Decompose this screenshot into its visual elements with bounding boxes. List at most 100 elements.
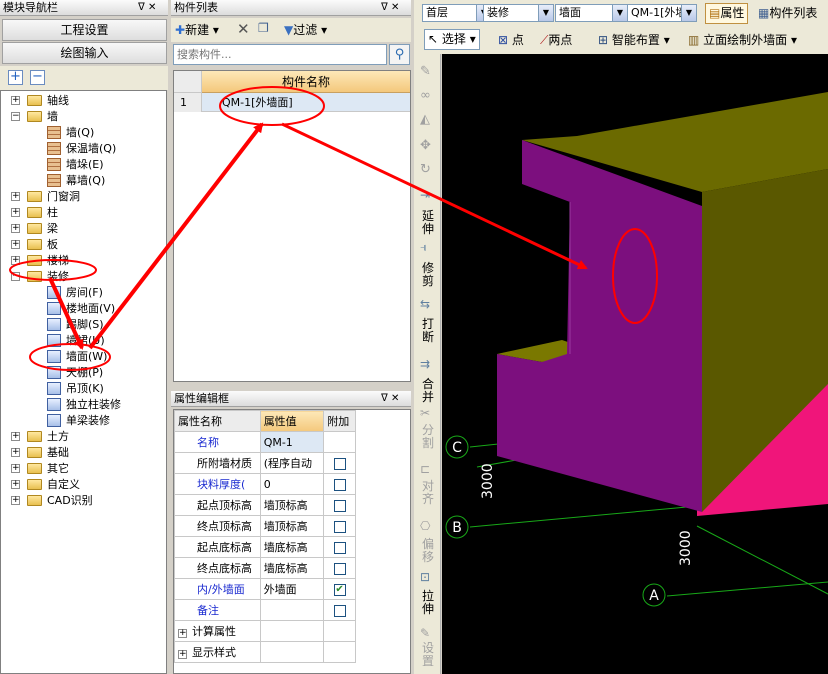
tree-item[interactable]: − 装修 xyxy=(1,269,166,285)
nav-pin-icon[interactable]: ᐁ ✕ xyxy=(138,0,156,16)
tree-item[interactable]: + 板 xyxy=(1,237,166,253)
property-row[interactable]: + 显示样式 xyxy=(174,641,356,663)
type-select[interactable]: 墙面 ▼ xyxy=(555,4,628,22)
stretch-button[interactable]: 拉伸 xyxy=(418,590,438,616)
break-button[interactable]: 打断 xyxy=(418,318,438,344)
rotate-icon[interactable]: ↻ xyxy=(420,162,431,177)
collapse-icon[interactable]: − xyxy=(11,272,20,281)
tree-item[interactable]: + 门窗洞 xyxy=(1,189,166,205)
tree-item[interactable]: + 梁 xyxy=(1,221,166,237)
tree-item[interactable]: + 自定义 xyxy=(1,477,166,493)
tree-item[interactable]: 墙垛(E) xyxy=(1,157,166,173)
property-row[interactable]: + 计算属性 xyxy=(174,620,356,642)
smart-layout-button[interactable]: ⊞ 智能布置 ▾ xyxy=(598,29,670,51)
expand-icon[interactable]: + xyxy=(178,650,187,659)
extend-button[interactable]: 延伸 xyxy=(418,210,438,236)
align-button[interactable]: 对齐 xyxy=(418,480,438,506)
expand-icon[interactable]: + xyxy=(11,240,20,249)
expand-icon[interactable]: + xyxy=(11,448,20,457)
floor-select[interactable]: 首层▼ xyxy=(422,4,492,22)
move-icon[interactable]: ✥ xyxy=(420,138,431,153)
tree-item[interactable]: 踢脚(S) xyxy=(1,317,166,333)
elevation-draw-button[interactable]: ▥ 立面绘制外墙面 ▾ xyxy=(688,29,797,51)
tree-item[interactable]: 单梁装修 xyxy=(1,413,166,429)
filter-button[interactable]: ▼过滤 ▾ xyxy=(284,21,327,39)
settings-button[interactable]: 设置 xyxy=(418,642,438,668)
tree-item[interactable]: 墙面(W) xyxy=(1,349,166,365)
checkbox[interactable] xyxy=(333,604,346,617)
delete-icon[interactable]: ✕ xyxy=(237,20,250,38)
mirror-icon[interactable]: ◭ xyxy=(420,112,430,127)
expand-icon[interactable]: + xyxy=(11,192,20,201)
collapse-all-icon[interactable]: − xyxy=(30,70,45,85)
tree-item[interactable]: + 楼梯 xyxy=(1,253,166,269)
component-name-header[interactable]: 构件名称 xyxy=(202,71,410,93)
expand-icon[interactable]: + xyxy=(11,464,20,473)
copy-icon[interactable]: ❐ xyxy=(258,21,269,35)
component-list-button[interactable]: ▦构件列表 xyxy=(758,3,817,25)
select-button[interactable]: ↖ 选择 ▾ xyxy=(424,29,480,50)
tree-item[interactable]: − 墙 xyxy=(1,109,166,125)
drawing-input-button[interactable]: 绘图输入 xyxy=(2,42,167,64)
tree-item[interactable]: 独立柱装修 xyxy=(1,397,166,413)
tree-item[interactable]: + 土方 xyxy=(1,429,166,445)
expand-icon[interactable]: + xyxy=(11,96,20,105)
component-select[interactable]: QM-1[外墙 ▼ xyxy=(627,4,697,22)
link-icon[interactable]: ∞ xyxy=(420,88,431,103)
tree-item[interactable]: 楼地面(V) xyxy=(1,301,166,317)
component-row-qm1[interactable]: QM-1[外墙面] xyxy=(202,93,410,112)
expand-icon[interactable]: + xyxy=(11,224,20,233)
tree-item[interactable]: 天棚(P) xyxy=(1,365,166,381)
tree-item[interactable]: 房间(F) xyxy=(1,285,166,301)
expand-all-icon[interactable]: + xyxy=(8,70,23,85)
new-button[interactable]: ✚新建 ▾ xyxy=(175,21,219,39)
property-value[interactable]: QM-1 xyxy=(259,431,325,453)
property-value[interactable]: 外墙面 xyxy=(259,578,325,600)
merge-button[interactable]: 合并 xyxy=(418,378,438,404)
property-row[interactable]: 起点顶标高 墙顶标高 xyxy=(174,494,356,516)
tree-item[interactable]: 墙(Q) xyxy=(1,125,166,141)
attribute-button[interactable]: ▤属性 xyxy=(705,3,749,24)
property-value[interactable]: 墙顶标高 xyxy=(259,494,325,516)
expand-icon[interactable]: + xyxy=(11,208,20,217)
tree-item[interactable]: 墙裙(U) xyxy=(1,333,166,349)
property-value[interactable]: 墙顶标高 xyxy=(259,515,325,537)
expand-icon[interactable]: + xyxy=(11,496,20,505)
property-value[interactable]: (程序自动 xyxy=(259,452,325,474)
property-row[interactable]: 块料厚度(0 xyxy=(174,473,356,495)
collapse-icon[interactable]: − xyxy=(11,112,20,121)
property-row[interactable]: 名称 QM-1 xyxy=(174,431,356,453)
tree-item[interactable]: + 其它 xyxy=(1,461,166,477)
property-row[interactable]: 起点底标高 墙底标高 xyxy=(174,536,356,558)
point-button[interactable]: ⊠ 点 xyxy=(498,29,524,51)
property-value[interactable]: 墙底标高 xyxy=(259,536,325,558)
prop-pin-icon[interactable]: ᐁ ✕ xyxy=(381,391,399,407)
two-point-button[interactable]: ⟋两点 xyxy=(540,29,572,51)
checkbox[interactable] xyxy=(333,562,346,575)
property-value[interactable]: 墙底标高 xyxy=(259,557,325,579)
comp-pin-icon[interactable]: ᐁ ✕ xyxy=(381,0,399,16)
tree-item[interactable]: 吊顶(K) xyxy=(1,381,166,397)
property-row[interactable]: 终点顶标高 墙顶标高 xyxy=(174,515,356,537)
property-row[interactable]: 所附墙材质 (程序自动 xyxy=(174,452,356,474)
checkbox[interactable] xyxy=(333,457,346,470)
trim-button[interactable]: 修剪 xyxy=(418,262,438,288)
tree-item[interactable]: 保温墙(Q) xyxy=(1,141,166,157)
checkbox[interactable] xyxy=(333,541,346,554)
category-select[interactable]: 装修 ▼ xyxy=(483,4,554,22)
property-value[interactable] xyxy=(259,599,325,621)
checkbox[interactable] xyxy=(333,478,346,491)
split-button[interactable]: 分割 xyxy=(418,424,438,450)
property-row[interactable]: 备注 xyxy=(174,599,356,621)
tree-item[interactable]: 幕墙(Q) xyxy=(1,173,166,189)
expand-icon[interactable]: + xyxy=(11,480,20,489)
checkbox[interactable] xyxy=(333,499,346,512)
checked-checkbox[interactable]: ✔ xyxy=(333,583,346,596)
expand-icon[interactable]: + xyxy=(11,432,20,441)
component-search-input[interactable] xyxy=(173,44,387,65)
search-icon[interactable]: ⚲ xyxy=(389,44,410,65)
tree-item[interactable]: + 基础 xyxy=(1,445,166,461)
property-row[interactable]: 内/外墙面 外墙面 ✔ xyxy=(174,578,356,600)
property-value[interactable]: 0 xyxy=(259,473,325,495)
expand-icon[interactable]: + xyxy=(11,256,20,265)
